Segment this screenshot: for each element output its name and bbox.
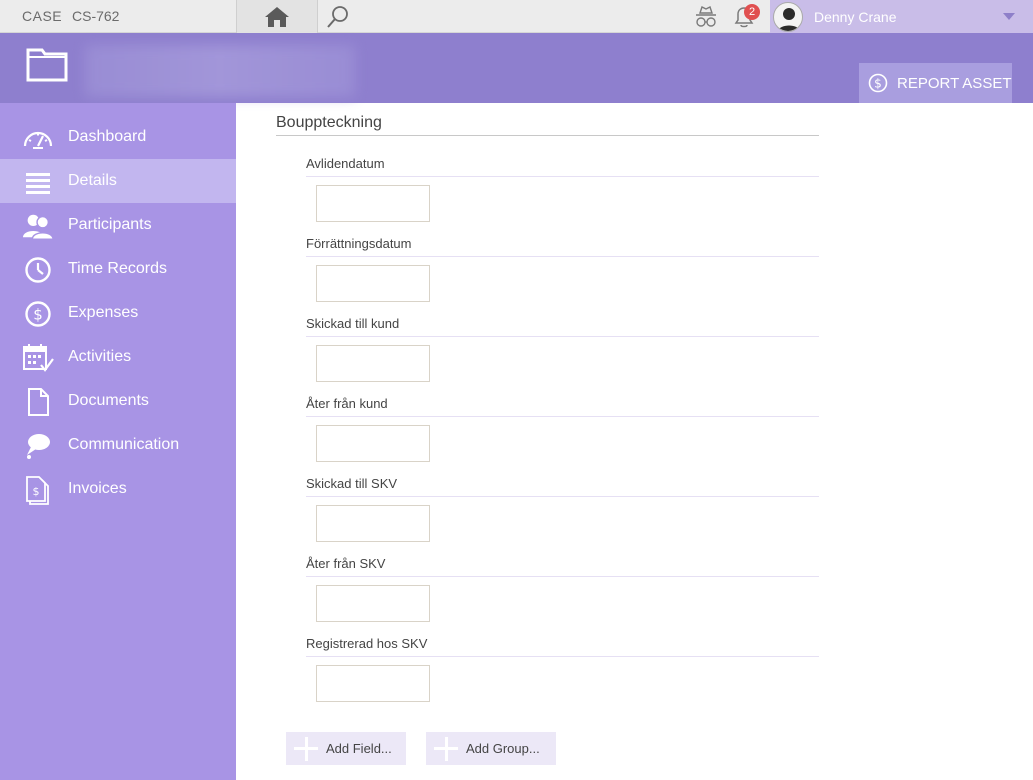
list-icon <box>22 168 54 196</box>
add-field-button[interactable]: Add Field... <box>286 732 406 765</box>
sidebar-item-time-records[interactable]: Time Records <box>0 247 236 291</box>
field-divider <box>306 176 819 177</box>
field-label: Förrättningsdatum <box>306 236 412 251</box>
folder-icon <box>26 48 68 82</box>
search-icon <box>327 5 348 28</box>
home-button[interactable] <box>237 0 317 33</box>
sidebar-item-details[interactable]: Details <box>0 159 236 203</box>
field-divider <box>306 656 819 657</box>
sidebar-item-label: Activities <box>68 348 132 365</box>
report-asset-button[interactable]: $ REPORT ASSET <box>859 63 1012 103</box>
sidebar-item-label: Details <box>68 172 117 189</box>
sidebar-item-label: Time Records <box>68 260 167 277</box>
field-label: Åter från kund <box>306 396 388 411</box>
section-title: Bouppteckning <box>276 114 382 131</box>
section-divider <box>276 135 819 136</box>
sidebar-item-label: Expenses <box>68 304 139 321</box>
notification-badge: 2 <box>744 4 760 20</box>
page-header: $ REPORT ASSET <box>0 33 1033 103</box>
sidebar-item-participants[interactable]: Participants <box>0 203 236 247</box>
ater-fran-kund-input[interactable] <box>316 425 430 462</box>
svg-text:$: $ <box>874 77 882 91</box>
plus-icon <box>434 736 458 761</box>
avatar <box>773 2 803 32</box>
user-menu[interactable]: Denny Crane <box>770 0 1033 33</box>
ater-fran-skv-input[interactable] <box>316 585 430 622</box>
dollar-circle-icon: $ <box>868 73 888 93</box>
add-group-label: Add Group... <box>466 741 540 756</box>
add-group-button[interactable]: Add Group... <box>426 732 556 765</box>
dollar-icon: $ <box>22 300 54 328</box>
people-icon <box>22 212 54 240</box>
field-divider <box>306 336 819 337</box>
document-icon <box>22 388 54 416</box>
field-label: Skickad till SKV <box>306 476 398 491</box>
user-name: Denny Crane <box>814 9 897 25</box>
field-divider <box>306 256 819 257</box>
invoice-icon: $ <box>22 476 54 505</box>
sidebar-item-label: Communication <box>68 436 180 453</box>
calendar-icon <box>22 344 54 372</box>
sidebar-item-label: Invoices <box>68 480 127 497</box>
case-title-redacted <box>85 45 355 97</box>
dashboard-icon <box>22 124 54 152</box>
add-field-label: Add Field... <box>326 741 392 756</box>
spy-icon[interactable] <box>693 4 719 30</box>
clock-icon <box>22 256 54 284</box>
field-label: Avlidendatum <box>306 156 385 171</box>
sidebar-item-expenses[interactable]: $ Expenses <box>0 291 236 335</box>
sidebar-item-label: Dashboard <box>68 128 147 145</box>
field-label: Åter från SKV <box>306 556 386 571</box>
sidebar-item-communication[interactable]: Communication <box>0 423 236 467</box>
plus-icon <box>294 736 318 761</box>
field-label: Registrerad hos SKV <box>306 636 428 651</box>
registrerad-hos-skv-input[interactable] <box>316 665 430 702</box>
case-label: CASE <box>22 8 63 24</box>
chat-icon <box>22 432 54 460</box>
case-id: CS-762 <box>72 8 120 24</box>
sidebar-item-dashboard[interactable]: Dashboard <box>0 115 236 159</box>
report-asset-label: REPORT ASSET <box>897 74 1012 92</box>
svg-text:$: $ <box>33 485 40 498</box>
sidebar: Dashboard Details Participants Time Reco… <box>0 103 236 780</box>
field-divider <box>306 576 819 577</box>
search-button[interactable] <box>318 0 358 33</box>
home-icon <box>265 6 289 27</box>
sidebar-item-documents[interactable]: Documents <box>0 379 236 423</box>
sidebar-item-label: Participants <box>68 216 152 233</box>
skickad-till-kund-input[interactable] <box>316 345 430 382</box>
forrattningsdatum-input[interactable] <box>316 265 430 302</box>
sidebar-item-activities[interactable]: Activities <box>0 335 236 379</box>
svg-text:$: $ <box>33 306 43 324</box>
field-divider <box>306 416 819 417</box>
sidebar-item-label: Documents <box>68 392 149 409</box>
sidebar-item-invoices[interactable]: $ Invoices <box>0 467 236 511</box>
top-bar: CASE CS-762 2 Denny Crane <box>0 0 1033 33</box>
field-divider <box>306 496 819 497</box>
skickad-till-skv-input[interactable] <box>316 505 430 542</box>
chevron-down-icon[interactable] <box>1003 13 1015 20</box>
field-label: Skickad till kund <box>306 316 400 331</box>
avlidendatum-input[interactable] <box>316 185 430 222</box>
